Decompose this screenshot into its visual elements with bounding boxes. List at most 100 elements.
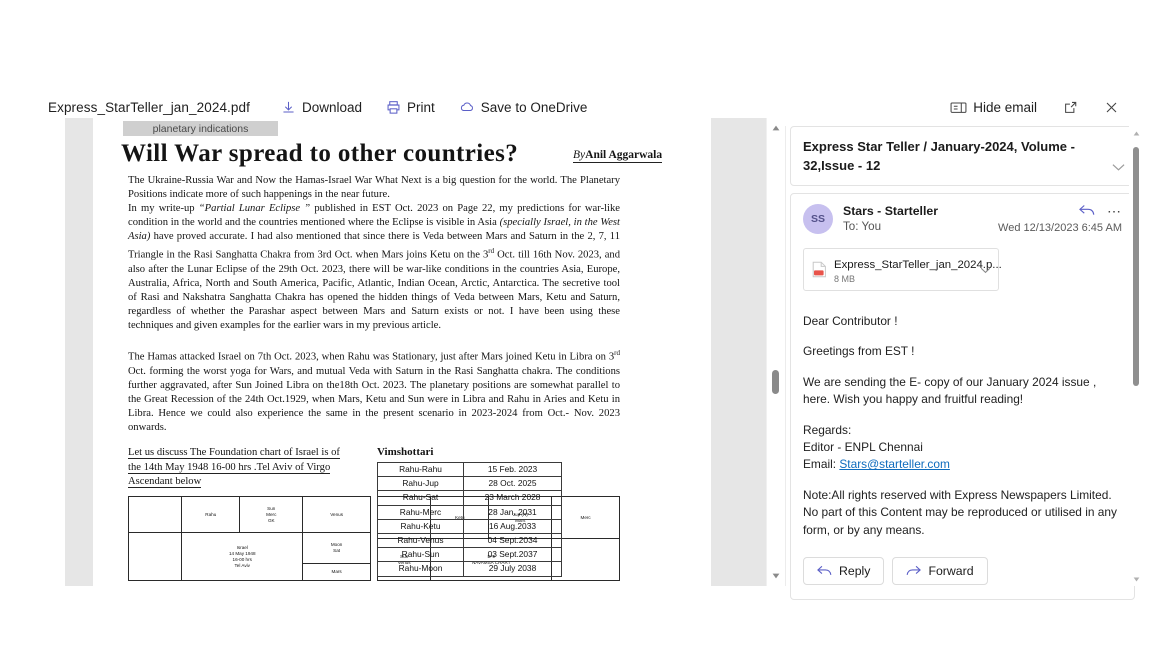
- hide-email-button[interactable]: Hide email: [945, 97, 1042, 118]
- pdf-paragraph-2: In my write-up “Partial Lunar Eclipse ” …: [128, 202, 620, 333]
- pdf-kicker: planetary indications: [123, 121, 278, 136]
- attachment-chip[interactable]: Express_StarTeller_jan_2024.p... 8 MB: [803, 248, 1002, 291]
- vimshottari-date: 15 Feb. 2023: [463, 461, 562, 478]
- close-button[interactable]: [1099, 97, 1124, 118]
- message-header-actions: ⋯: [1079, 204, 1122, 218]
- email-subject-card[interactable]: Express Star Teller / January-2024, Volu…: [790, 126, 1135, 186]
- toolbar-actions-group: Download Print Save to OneDrive: [276, 97, 592, 118]
- vimshottari-row: Rahu-Venus 04 Sept.2034: [377, 532, 562, 549]
- sender-name: Stars - Starteller: [843, 204, 939, 218]
- vimshottari-period: Rahu-Jup: [377, 476, 464, 492]
- save-to-onedrive-button[interactable]: Save to OneDrive: [454, 97, 593, 118]
- pdf-file-icon: [812, 261, 827, 278]
- vimshottari-date: 28 Jan. 2031: [463, 504, 562, 520]
- vimshottari-date: 29 July 2038: [463, 561, 562, 577]
- vimshottari-period: Rahu-Venus: [377, 532, 464, 549]
- vimshottari-title: Vimshottari: [377, 446, 434, 458]
- attachment-size: 8 MB: [834, 274, 856, 284]
- attachment-chevron-down-icon[interactable]: [980, 261, 991, 279]
- pdf-foundation-note: Let us discuss The Foundation chart of I…: [128, 446, 371, 490]
- more-options-icon[interactable]: ⋯: [1107, 204, 1122, 218]
- pdf-page: planetary indications Will War spread to…: [93, 118, 711, 586]
- pdf-filename-label: Express_StarTeller_jan_2024.pdf: [48, 100, 250, 115]
- open-in-new-window-icon: [1063, 100, 1078, 115]
- pdf-byline: ByAnil Aggarwala: [573, 149, 663, 163]
- body-line-3: We are sending the E- copy of our Januar…: [803, 374, 1097, 407]
- foundation-line-1: Let us discuss The Foundation chart of I…: [128, 447, 340, 459]
- vimshottari-period: Rahu-Rahu: [377, 461, 464, 478]
- vimshottari-date: 16 Aug.2033: [463, 518, 562, 534]
- rasi-cell-mars: Mars: [302, 563, 371, 581]
- cloud-icon: [459, 100, 475, 115]
- p3-seg-b: Oct. forming the worst yoga for Wars, an…: [128, 365, 620, 433]
- signature-regards: Regards:: [803, 422, 852, 437]
- forward-icon: [906, 565, 922, 577]
- forward-label: Forward: [928, 564, 974, 578]
- pdf-scroll-up-arrow[interactable]: [767, 120, 783, 136]
- pdf-paragraph-3: The Hamas attacked Israel on 7th Oct. 20…: [128, 346, 620, 435]
- email-vertical-scrollbar[interactable]: [1129, 126, 1143, 586]
- email-scroll-thumb[interactable]: [1133, 147, 1139, 386]
- print-label: Print: [407, 100, 435, 115]
- email-message-card: SS Stars - Starteller To: You ⋯ Wed 12/1…: [790, 193, 1135, 600]
- byline-author: Anil Aggarwala: [585, 149, 663, 161]
- body-signature: Regards: Editor - ENPL Chennai Email: St…: [803, 422, 1122, 474]
- vimshottari-row: Rahu-Ketu 16 Aug.2033: [377, 518, 562, 534]
- rasi-cell-r2c1: [127, 532, 183, 581]
- body-note: Note:All rights reserved with Express Ne…: [803, 487, 1117, 537]
- hide-email-label: Hide email: [973, 100, 1037, 115]
- vimshottari-body: Rahu-Rahu 15 Feb. 2023 Rahu-Jup 28 Oct. 202…: [377, 461, 562, 577]
- print-button[interactable]: Print: [381, 97, 440, 118]
- email-scroll-up-arrow[interactable]: [1129, 126, 1143, 140]
- reply-button[interactable]: Reply: [803, 557, 885, 585]
- rasi-cell-r1c1: [127, 495, 183, 534]
- pdf-viewer-area[interactable]: planetary indications Will War spread to…: [28, 118, 783, 586]
- toolbar-right-group: Hide email: [945, 97, 1124, 118]
- attachment-info: Express_StarTeller_jan_2024.p... 8 MB: [834, 255, 1002, 284]
- chevron-down-icon[interactable]: [1112, 159, 1125, 177]
- vimshottari-period: Rahu-Sat: [377, 490, 464, 506]
- vimshottari-date: 28 Oct. 2025: [463, 476, 562, 492]
- vimshottari-row: Rahu-Sat 23 March 2028: [377, 490, 562, 506]
- avatar: SS: [803, 204, 833, 234]
- vimshottari-period: Rahu-Moon: [377, 561, 464, 577]
- rasi-cell-venus: Venus: [302, 495, 371, 534]
- pdf-vertical-scrollbar[interactable]: [766, 118, 783, 586]
- email-action-buttons: Reply Forward: [803, 557, 988, 585]
- reply-label: Reply: [839, 564, 871, 578]
- body-greeting: Dear Contributor !: [803, 314, 898, 328]
- pdf-email-viewer-window: Express_StarTeller_jan_2024.pdf Download: [0, 0, 1170, 658]
- download-label: Download: [301, 100, 363, 115]
- foundation-line-2: the 14th May 1948 16-00 hrs .Tel Aviv of…: [128, 461, 331, 474]
- p2-seg-d: Oct. till 16th Nov. 2023, and also after…: [128, 249, 621, 332]
- vimshottari-date: 23 March 2028: [463, 490, 562, 506]
- foundation-line-3: Ascendant below: [128, 476, 202, 489]
- email-scroll-down-arrow[interactable]: [1129, 572, 1143, 586]
- vimshottari-row: Rahu-Jup 28 Oct. 2025: [377, 476, 562, 492]
- signature-email-label: Email:: [803, 457, 840, 472]
- pdf-headline: Will War spread to other countries?: [121, 140, 519, 167]
- vimshottari-row: Rahu-Rahu 15 Feb. 2023: [377, 461, 562, 478]
- popout-button[interactable]: [1058, 97, 1083, 118]
- close-icon: [1104, 100, 1119, 115]
- vimshottari-period: Rahu-Sun: [377, 547, 464, 563]
- sender-email-link[interactable]: Stars@starteller.com: [839, 457, 950, 471]
- rasi-cell-sun-merc: Sun Merc GK: [239, 495, 304, 534]
- attachment-name: Express_StarTeller_jan_2024.p...: [834, 259, 1002, 271]
- email-subject: Express Star Teller / January-2024, Volu…: [803, 139, 1075, 173]
- rasi-cell-moon-sat: Moon Sat: [302, 532, 371, 565]
- email-body: Dear Contributor ! Greetings from EST ! …: [803, 313, 1122, 539]
- download-button[interactable]: Download: [276, 97, 367, 118]
- rasi-cell-rahu: Rahu: [181, 495, 241, 534]
- pdf-scroll-thumb[interactable]: [772, 370, 779, 394]
- signature-editor: Editor - ENPL Chennai: [803, 440, 923, 455]
- reply-icon: [817, 565, 832, 577]
- pdf-scroll-down-arrow[interactable]: [767, 568, 783, 584]
- rasi-center-label: Israel 14 May 1948 16-00 hrs Tel Aviv: [181, 532, 304, 581]
- email-pane: Express Star Teller / January-2024, Volu…: [790, 126, 1135, 600]
- p2-italic-1: “Partial Lunar Eclipse ”: [198, 203, 311, 214]
- reply-arrow-icon[interactable]: [1079, 204, 1095, 217]
- vimshottari-table: Rahu-Rahu 15 Feb. 2023 Rahu-Jup 28 Oct. 202…: [377, 461, 562, 577]
- forward-button[interactable]: Forward: [892, 557, 988, 585]
- download-icon: [281, 100, 296, 115]
